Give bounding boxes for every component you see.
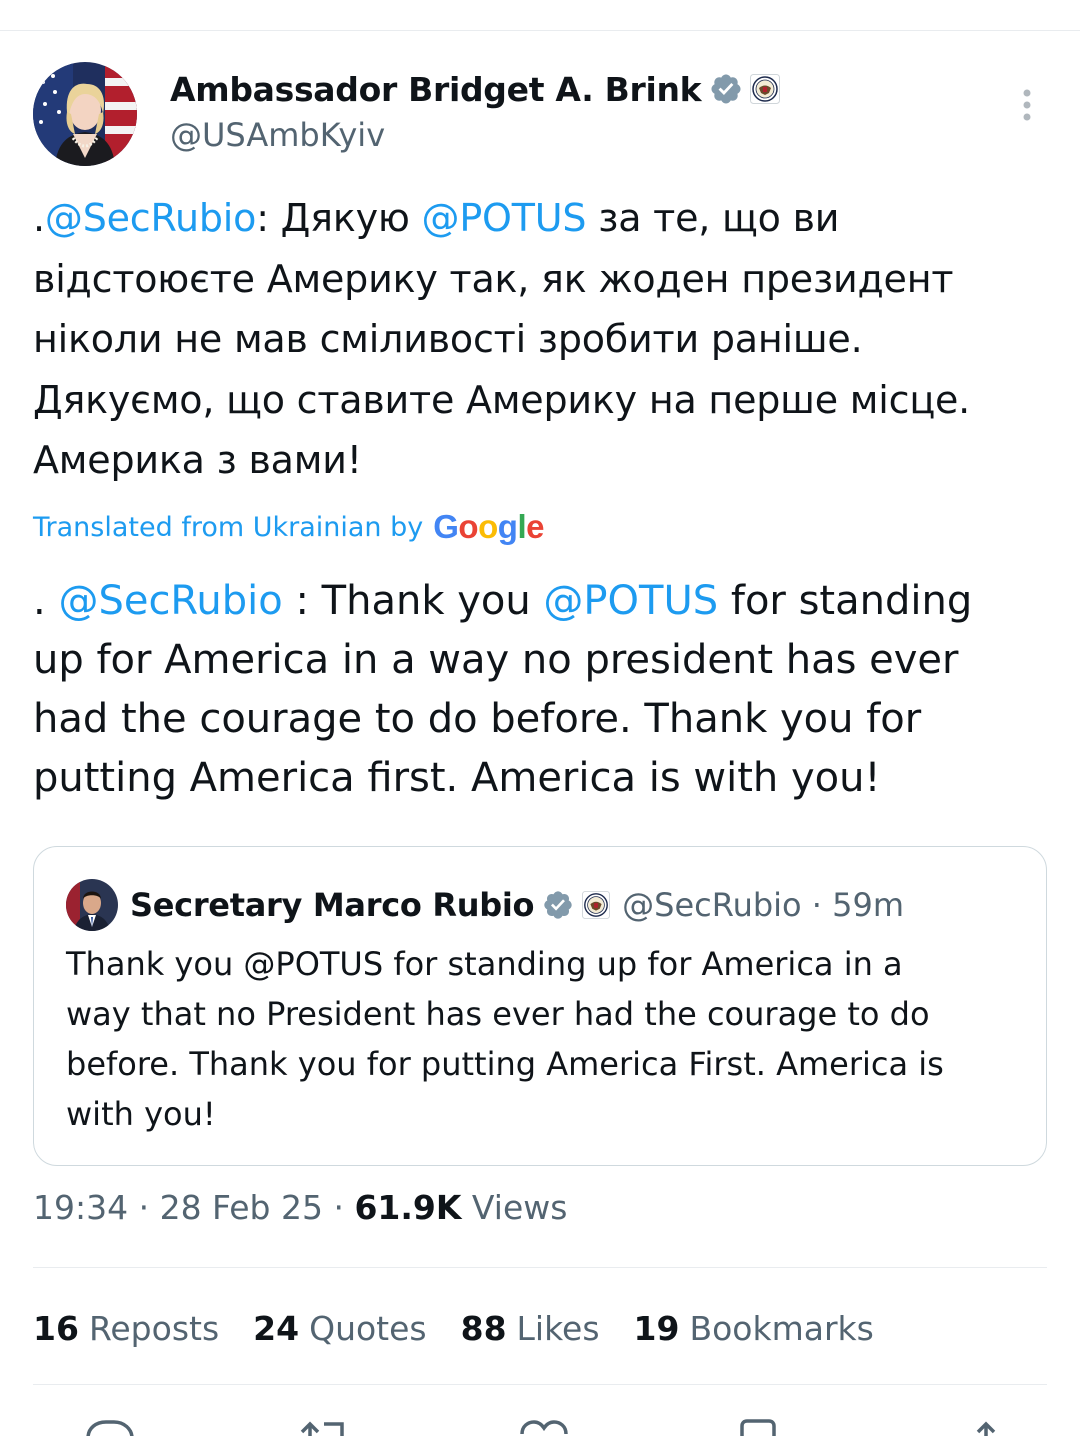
mention-link[interactable]: @POTUS	[422, 196, 587, 240]
like-icon[interactable]	[516, 1418, 572, 1436]
views-count: 61.9K	[354, 1188, 462, 1227]
stat-label: Reposts	[88, 1308, 220, 1348]
bookmark-icon[interactable]	[736, 1418, 780, 1436]
text-segment: had the courage to do before. Thank you …	[33, 696, 922, 742]
tweet-original-text: .@SecRubio: Дякую @POTUS за те, що ви від…	[33, 188, 1043, 491]
quoted-text-line: before. Thank you for putting America Fi…	[66, 1045, 944, 1083]
translated-label: Translated from Ukrainian by	[33, 511, 424, 543]
stat-count: 24	[253, 1308, 300, 1348]
divider	[33, 1384, 1047, 1385]
quoted-tweet-card[interactable]: Secretary Marco Rubio @SecRubio · 59m Th…	[33, 846, 1047, 1166]
divider	[33, 1267, 1047, 1268]
author-display-name[interactable]: Ambassador Bridget A. Brink	[170, 70, 702, 109]
stat-likes[interactable]: 88 Likes	[461, 1309, 600, 1348]
quoted-display-name[interactable]: Secretary Marco Rubio	[130, 886, 534, 924]
translation-text-line: up for America in a way no president has…	[33, 631, 1043, 690]
google-logo-letter: G	[433, 508, 459, 545]
text-segment: за те, що ви	[586, 196, 840, 240]
government-seal-icon	[582, 891, 611, 919]
text-segment: : Thank you	[282, 578, 544, 624]
stat-count: 16	[33, 1308, 79, 1348]
author-avatar[interactable]	[33, 62, 137, 166]
stat-reposts[interactable]: 16 Reposts	[33, 1309, 219, 1348]
action-bar	[0, 1414, 1080, 1436]
stat-count: 19	[633, 1308, 680, 1348]
mention-link[interactable]: @POTUS	[543, 578, 718, 624]
verified-badge-icon[interactable]	[709, 72, 743, 106]
stat-bookmarks[interactable]: 19 Bookmarks	[634, 1309, 874, 1348]
quoted-text-line: Thank you @POTUS for standing up for Ame…	[66, 945, 903, 983]
mention-link[interactable]: @SecRubio	[58, 578, 282, 624]
text-segment: for standing	[718, 578, 973, 624]
quoted-tweet-text: Thank you @POTUS for standing up for Ame…	[66, 939, 1026, 1139]
google-logo-letter: o	[478, 508, 498, 545]
text-segment: up for America in a way no president has…	[33, 637, 959, 683]
stat-label: Likes	[516, 1308, 600, 1348]
reply-icon[interactable]	[84, 1418, 136, 1436]
text-segment: Америка з вами!	[33, 438, 362, 482]
quoted-text-line: way that no President has ever had the c…	[66, 995, 930, 1033]
quoted-text-line: with you!	[66, 1095, 216, 1133]
tweet-translation-text: . @SecRubio : Thank you @POTUS for stand…	[33, 572, 1043, 808]
text-segment: .	[33, 196, 45, 240]
text-segment: putting America first. America is with y…	[33, 755, 881, 801]
views-label: Views	[461, 1188, 568, 1227]
government-seal-icon	[750, 74, 781, 104]
quoted-handle-time: @SecRubio · 59m	[622, 886, 905, 924]
google-logo-letter: l	[517, 508, 527, 545]
stat-quotes[interactable]: 24 Quotes	[253, 1309, 426, 1348]
original-text-line: Америка з вами!	[33, 430, 1043, 491]
text-segment: ніколи не мав сміливості зробити раніше.	[33, 317, 863, 361]
text-segment: Дякуємо, що ставите Америку на перше міс…	[33, 377, 971, 422]
author-handle[interactable]: @USAmbKyiv	[170, 116, 385, 154]
original-text-line: Дякуємо, що ставите Америку на перше міс…	[33, 370, 1043, 431]
mention-link[interactable]: @SecRubio	[45, 196, 257, 240]
quoted-header: Secretary Marco Rubio @SecRubio · 59m	[130, 881, 904, 929]
quoted-author-avatar[interactable]	[66, 879, 118, 931]
text-segment: .	[33, 578, 59, 624]
google-logo: Google	[433, 508, 544, 546]
google-logo-letter: g	[497, 508, 518, 545]
engagement-stats: 16 Reposts 24 Quotes 88 Likes 19 Bookmarks	[33, 1303, 908, 1353]
google-logo-letter: e	[526, 508, 544, 545]
translation-text-line: had the courage to do before. Thank you …	[33, 690, 1043, 749]
stat-label: Bookmarks	[689, 1308, 874, 1348]
google-logo-letter: o	[458, 508, 479, 545]
text-segment: відстоюєте Америку так, як жоден президе…	[33, 256, 954, 301]
translation-text-line: . @SecRubio : Thank you @POTUS for stand…	[33, 572, 1043, 631]
original-text-line: .@SecRubio: Дякую @POTUS за те, що ви	[33, 188, 1043, 249]
verified-badge-icon[interactable]	[542, 889, 574, 921]
share-icon[interactable]	[966, 1418, 1006, 1436]
more-options-icon[interactable]	[1012, 86, 1042, 126]
top-divider	[0, 30, 1080, 31]
tweet-meta: 19:34 · 28 Feb 25 · 61.9K Views	[33, 1188, 567, 1227]
stat-count: 88	[460, 1308, 507, 1348]
tweet-timestamp[interactable]: 19:34 · 28 Feb 25 ·	[33, 1188, 354, 1227]
author-name-row: Ambassador Bridget A. Brink	[170, 66, 781, 112]
translation-text-line: putting America first. America is with y…	[33, 749, 1043, 808]
original-text-line: відстоюєте Америку так, як жоден президе…	[33, 249, 1043, 310]
repost-icon[interactable]	[296, 1418, 356, 1436]
translation-attribution[interactable]: Translated from Ukrainian by Google	[33, 506, 544, 548]
stat-label: Quotes	[309, 1308, 427, 1348]
original-text-line: ніколи не мав сміливості зробити раніше.	[33, 309, 1043, 370]
text-segment: : Дякую	[256, 196, 422, 240]
